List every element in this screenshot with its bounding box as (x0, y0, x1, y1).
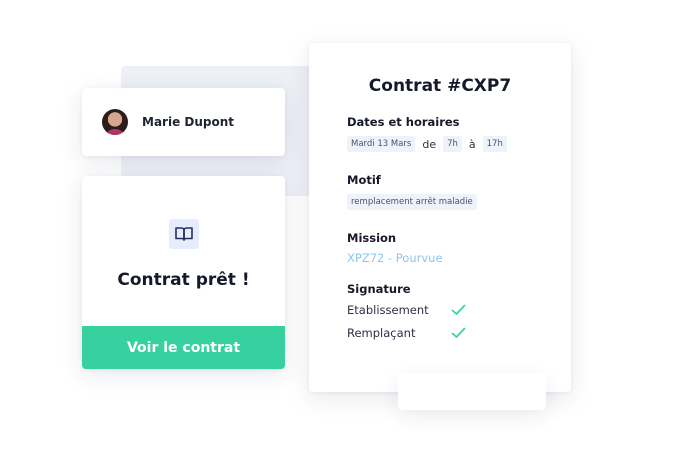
signature-item-label: Remplaçant (347, 326, 416, 340)
footer-card (398, 373, 546, 410)
from-word: de (422, 137, 437, 151)
mission-label: Mission (347, 231, 397, 245)
user-card: Marie Dupont (82, 88, 285, 156)
dates-row: Mardi 13 Mars de 7h à 17h (347, 136, 507, 152)
signature-label: Signature (347, 282, 411, 296)
book-icon (169, 219, 199, 249)
start-time-chip: 7h (443, 136, 462, 152)
date-chip: Mardi 13 Mars (347, 136, 416, 152)
contract-title: Contrat #CXP7 (368, 76, 512, 96)
mission-value: XPZ72 - Pourvue (347, 251, 443, 265)
dates-label: Dates et horaires (347, 115, 460, 129)
check-icon (451, 304, 466, 316)
signature-row-replacement: Remplaçant (347, 326, 466, 340)
contract-card: Contrat #CXP7 Dates et horaires Mardi 13… (309, 43, 571, 392)
signature-row-establishment: Etablissement (347, 303, 466, 317)
motif-chip: remplacement arrêt maladie (347, 194, 477, 210)
end-time-chip: 17h (482, 136, 507, 152)
avatar (102, 109, 128, 135)
to-word: à (468, 137, 476, 151)
view-contract-button[interactable]: Voir le contrat (82, 326, 285, 369)
ready-title: Contrat prêt ! (117, 270, 250, 290)
user-name: Marie Dupont (142, 115, 235, 129)
signature-item-label: Etablissement (347, 303, 429, 317)
motif-label: Motif (347, 173, 381, 187)
motif-row: remplacement arrêt maladie (347, 194, 477, 210)
check-icon (451, 327, 466, 339)
contract-ready-card: Contrat prêt ! Voir le contrat (82, 176, 285, 369)
